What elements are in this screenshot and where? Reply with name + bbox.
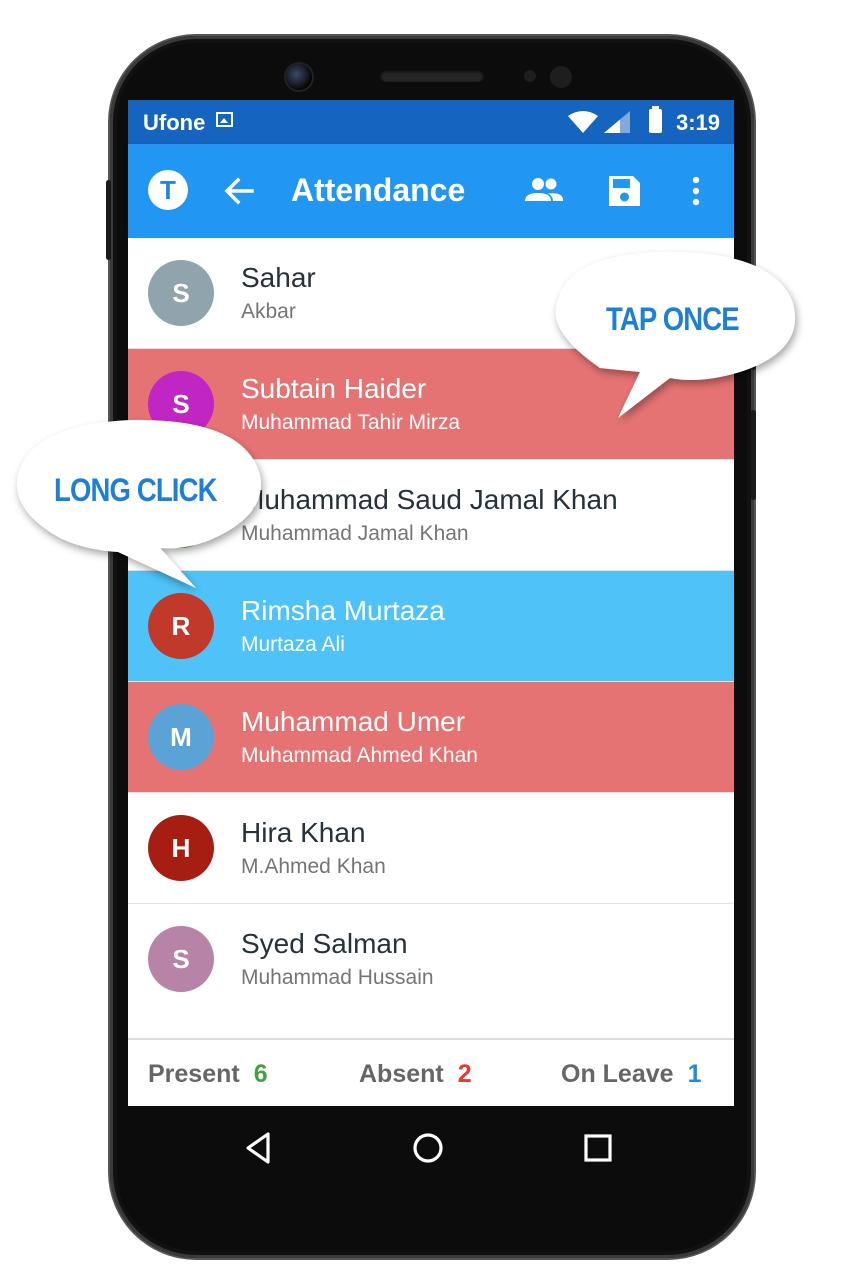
long-click-callout: LONG CLICK <box>54 472 217 508</box>
tap-once-callout: TAP ONCE <box>606 301 740 337</box>
callout-graphics <box>16 251 796 588</box>
